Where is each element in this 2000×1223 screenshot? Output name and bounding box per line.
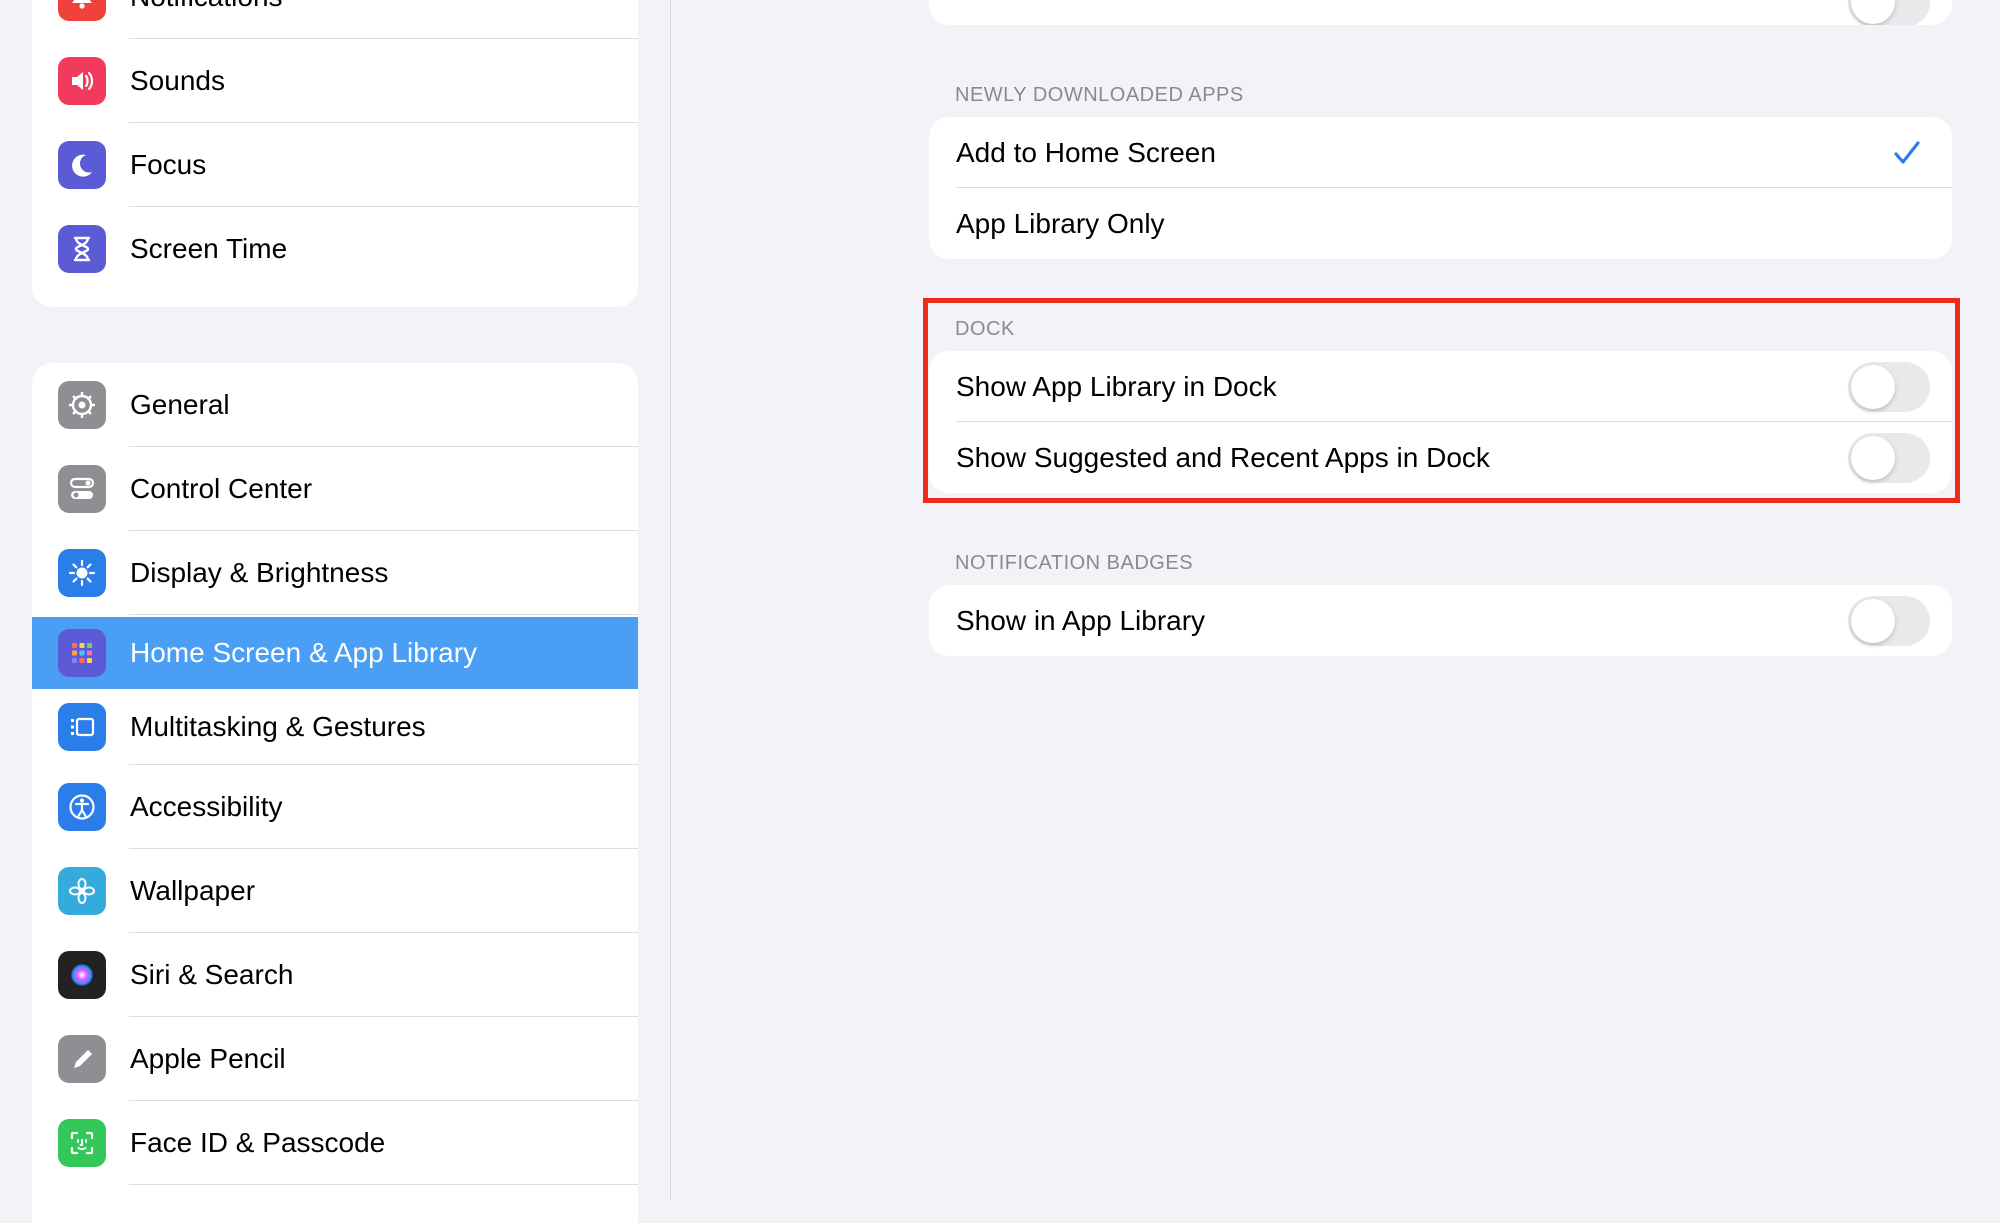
section-title-newly-downloaded: NEWLY DOWNLOADED APPS (955, 84, 1244, 106)
newly-downloaded-card: Add to Home Screen App Library Only (929, 117, 1952, 259)
switches-icon (58, 465, 106, 513)
sidebar-item-sounds[interactable]: Sounds (32, 39, 638, 123)
siri-icon (58, 951, 106, 999)
option-app-library-only[interactable]: App Library Only (929, 188, 1952, 259)
sidebar-item-label: Display & Brightness (130, 557, 389, 588)
dock-card: Show App Library in Dock Show Suggested … (929, 351, 1952, 493)
section-title-dock: DOCK (955, 318, 1015, 340)
flower-icon (58, 867, 106, 915)
sidebar-item-display-brightness[interactable]: Display & Brightness (32, 531, 638, 615)
sidebar-item-control-center[interactable]: Control Center (32, 447, 638, 531)
row-label: Show App Library in Dock (956, 370, 1277, 402)
sidebar-item-label: Sounds (130, 65, 225, 96)
toggle-show-suggested-recent-apps[interactable] (1848, 432, 1930, 483)
sidebar-item-label: Screen Time (130, 233, 288, 264)
divider (129, 1184, 638, 1185)
divider (129, 614, 638, 615)
sidebar-item-label: Notifications (130, 0, 283, 13)
sidebar-item-label: Wallpaper (130, 875, 256, 906)
settings-sidebar: Notifications Sounds Focus Screen Time (0, 0, 671, 1223)
sidebar-item-screen-time[interactable]: Screen Time (32, 207, 638, 291)
multitasking-icon (58, 703, 106, 751)
option-label: App Library Only (956, 207, 1165, 239)
checkmark-icon (1894, 140, 1920, 164)
row-label: Show in App Library (956, 604, 1206, 636)
app-grid-icon (58, 629, 106, 677)
row-show-in-app-library: Show in App Library (929, 585, 1952, 656)
sidebar-item-label: Apple Pencil (130, 1043, 286, 1074)
sidebar-item-label: Home Screen & App Library (130, 637, 478, 668)
sidebar-item-label: Siri & Search (130, 959, 294, 990)
sidebar-item-label: Control Center (130, 473, 313, 504)
sidebar-item-home-screen-app-library[interactable]: Home Screen & App Library (32, 617, 638, 689)
pencil-icon (58, 1035, 106, 1083)
face-id-icon (58, 1119, 106, 1167)
sidebar-item-label: Multitasking & Gestures (130, 711, 426, 742)
sidebar-item-face-id-passcode[interactable]: Face ID & Passcode (32, 1101, 638, 1185)
toggle-knob (1851, 0, 1895, 24)
sidebar-item-focus[interactable]: Focus (32, 123, 638, 207)
moon-icon (58, 141, 106, 189)
notification-badges-card: Show in App Library (929, 585, 1952, 656)
sidebar-item-accessibility[interactable]: Accessibility (32, 765, 638, 849)
hourglass-icon (58, 225, 106, 273)
sidebar-item-label: General (130, 389, 230, 420)
gear-icon (58, 381, 106, 429)
bell-icon (58, 0, 106, 21)
previous-settings-card (929, 0, 1952, 25)
sidebar-group-1: Notifications Sounds Focus Screen Time (32, 0, 638, 307)
sidebar-item-label: Accessibility (130, 791, 283, 822)
sidebar-item-label: Focus (130, 149, 207, 180)
section-title-notification-badges: NOTIFICATION BADGES (955, 552, 1194, 574)
row-show-suggested-recent-apps: Show Suggested and Recent Apps in Dock (929, 422, 1952, 493)
sidebar-item-label: Face ID & Passcode (130, 1127, 386, 1158)
toggle-knob (1851, 598, 1895, 643)
sun-icon (58, 549, 106, 597)
accessibility-icon (58, 783, 106, 831)
sidebar-item-general[interactable]: General (32, 363, 638, 447)
sidebar-item-apple-pencil[interactable]: Apple Pencil (32, 1017, 638, 1101)
speaker-icon (58, 57, 106, 105)
option-add-to-home-screen[interactable]: Add to Home Screen (929, 117, 1952, 188)
toggle-knob (1851, 435, 1895, 480)
toggle-show-in-app-library[interactable] (1848, 595, 1930, 646)
sidebar-item-multitasking-gestures[interactable]: Multitasking & Gestures (32, 689, 638, 765)
sidebar-item-notifications[interactable]: Notifications (32, 0, 638, 39)
toggle-knob (1851, 364, 1895, 409)
toggle-switch[interactable] (1848, 0, 1930, 25)
sidebar-item-wallpaper[interactable]: Wallpaper (32, 849, 638, 933)
sidebar-group-2: General Control Center Display & Brightn… (32, 363, 638, 1223)
toggle-show-app-library-in-dock[interactable] (1848, 361, 1930, 412)
option-label: Add to Home Screen (956, 136, 1216, 168)
row-label: Show Suggested and Recent Apps in Dock (956, 441, 1490, 473)
sidebar-item-siri-search[interactable]: Siri & Search (32, 933, 638, 1017)
row-show-app-library-in-dock: Show App Library in Dock (929, 351, 1952, 422)
